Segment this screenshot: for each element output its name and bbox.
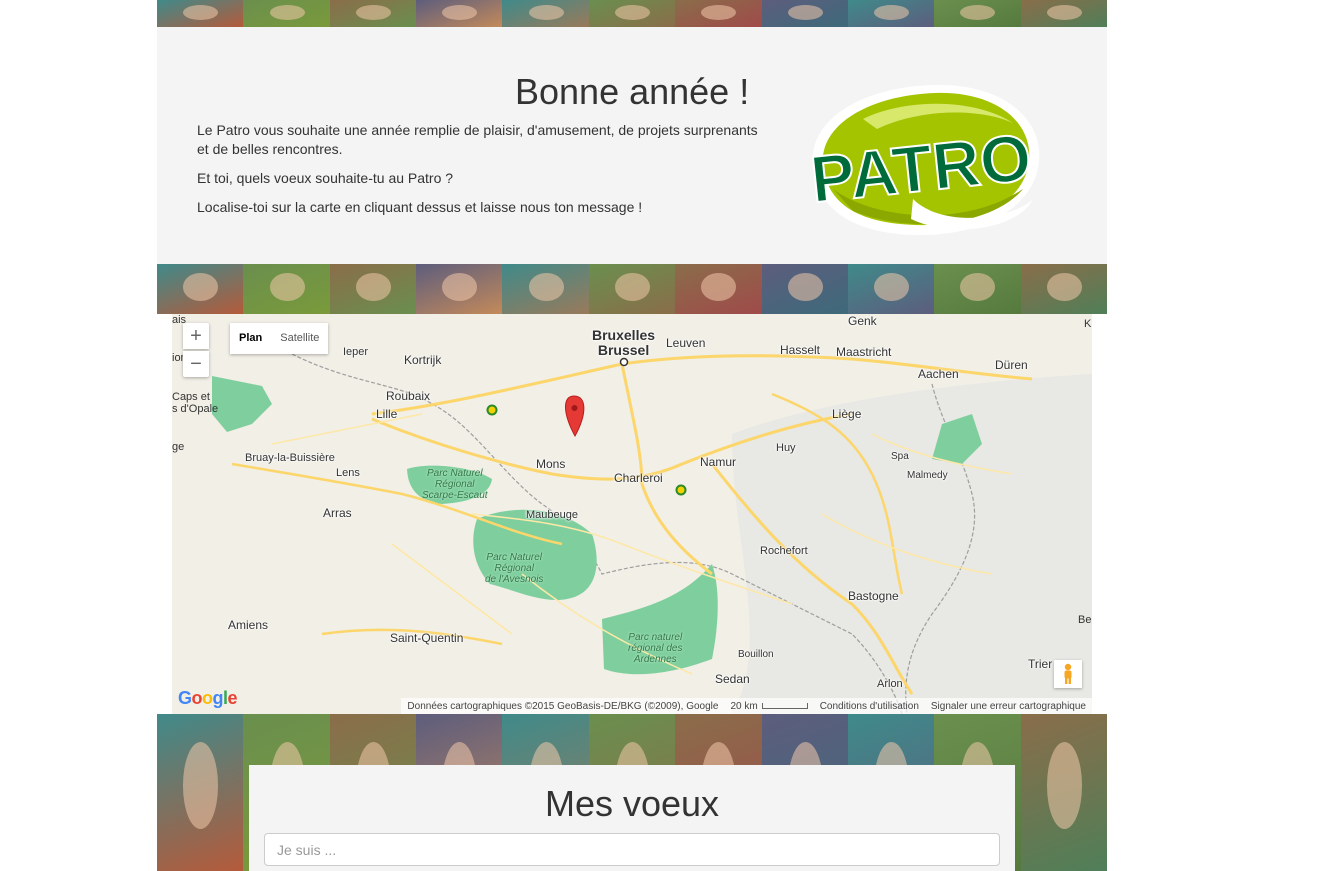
map-label-edge: Be	[1078, 614, 1092, 626]
map-label-leuven: Leuven	[666, 336, 706, 350]
map-type-plan-button[interactable]: Plan	[230, 323, 271, 354]
map-label-bouillon: Bouillon	[738, 649, 774, 660]
map-label-lille: Lille	[376, 407, 398, 421]
street-view-pegman-icon[interactable]	[1054, 660, 1082, 688]
photo-tile	[588, 264, 677, 314]
wishes-panel: Mes voeux	[249, 765, 1015, 871]
intro-panel: Bonne année ! Le Patro vous souhaite une…	[157, 27, 1107, 264]
map-label-park-scarpe: Parc Naturel Régional Scarpe-Escaut	[422, 468, 488, 501]
page-title: Bonne année !	[515, 71, 750, 112]
google-logo[interactable]: Google	[178, 688, 238, 709]
map-label-lens: Lens	[336, 467, 360, 479]
map-label-maastricht: Maastricht	[836, 345, 892, 359]
photo-tile	[157, 0, 245, 27]
map-label-genk: Genk	[848, 314, 877, 328]
map-label-bruay: Bruay-la-Buissière	[245, 452, 335, 464]
photo-tile	[416, 0, 504, 27]
photo-tile	[329, 0, 418, 27]
map-label-kortrijk: Kortrijk	[404, 353, 442, 367]
photo-tile	[847, 0, 936, 27]
map-label-edge: Caps et	[172, 391, 210, 403]
map-label-bruxelles: Bruxelles Brussel	[592, 327, 656, 358]
wishes-title: Mes voeux	[544, 783, 720, 824]
photo-tile	[1020, 264, 1107, 314]
map-label-duren: Düren	[995, 358, 1028, 372]
photo-tile	[243, 0, 331, 27]
photo-tile	[934, 0, 1022, 27]
who-am-i-input[interactable]	[264, 833, 1000, 866]
map-label-arlon: Arlon	[877, 678, 903, 690]
photo-tile	[761, 0, 849, 27]
photo-strip-top	[157, 0, 1107, 27]
map-label-namur: Namur	[700, 455, 737, 469]
map-label-maubeuge: Maubeuge	[526, 509, 578, 521]
map-label-charleroi: Charleroi	[614, 471, 663, 485]
zoom-out-button[interactable]: −	[183, 351, 209, 377]
map-type-control: Plan Satellite	[230, 323, 329, 354]
map-label-ieper: Ieper	[343, 346, 369, 358]
map-label-roubaix: Roubaix	[386, 389, 431, 403]
photo-strip-middle	[157, 264, 1107, 314]
map-label-edge: K	[1084, 318, 1092, 330]
map-label-trier: Trier	[1028, 657, 1053, 671]
map-label-sedan: Sedan	[715, 672, 750, 686]
map-label-park-avesnois: Parc Naturel Régional de l'Avesnois	[485, 552, 544, 585]
google-map[interactable]: Bruxelles Brussel Leuven Hasselt Maastric…	[172, 314, 1092, 714]
photo-tile	[675, 0, 763, 27]
photo-tile	[157, 714, 245, 871]
wish-marker-dot[interactable]	[675, 484, 687, 496]
map-label-malmedy: Malmedy	[907, 470, 948, 481]
map-label-edge: ge	[172, 441, 185, 453]
map-terms-link[interactable]: Conditions d'utilisation	[820, 701, 919, 712]
intro-paragraph: Le Patro vous souhaite une année remplie…	[197, 122, 758, 157]
intro-paragraph: Localise-toi sur la carte en cliquant de…	[197, 199, 643, 215]
map-label-bastogne: Bastogne	[848, 589, 899, 603]
photo-tile	[416, 264, 504, 314]
map-label-saint-quentin: Saint-Quentin	[390, 631, 464, 645]
map-scale[interactable]: 20 km	[730, 701, 808, 712]
map-attribution: Données cartographiques ©2015 GeoBasis-D…	[401, 698, 1092, 714]
wish-marker-dot[interactable]	[486, 404, 498, 416]
page-container: Bonne année ! Le Patro vous souhaite une…	[157, 0, 1107, 871]
photo-tile	[329, 264, 418, 314]
map-label-arras: Arras	[323, 506, 352, 520]
map-report-link[interactable]: Signaler une erreur cartographique	[931, 701, 1086, 712]
photo-tile	[847, 264, 936, 314]
map-label-rochefort: Rochefort	[760, 545, 808, 557]
map-label-aachen: Aachen	[918, 367, 959, 381]
photo-tile	[675, 264, 763, 314]
map-label-hasselt: Hasselt	[780, 343, 821, 357]
photo-tile	[1020, 714, 1107, 871]
photo-tile	[761, 264, 849, 314]
map-label-liege: Liège	[832, 407, 862, 421]
zoom-in-button[interactable]: +	[183, 323, 209, 349]
map-label-park-ardennes: Parc naturel régional des Ardennes	[628, 632, 683, 665]
map-label-amiens: Amiens	[228, 618, 269, 632]
photo-tile	[588, 0, 677, 27]
photo-tile	[243, 264, 331, 314]
map-label-edge: s d'Opale	[172, 403, 219, 415]
photo-tile	[934, 264, 1022, 314]
photo-tile	[502, 0, 590, 27]
map-type-satellite-button[interactable]: Satellite	[271, 323, 328, 354]
photo-tile	[1020, 0, 1107, 27]
map-label-huy: Huy	[776, 442, 796, 454]
map-label-spa: Spa	[891, 451, 909, 462]
patro-logo: PATRO	[806, 84, 1040, 236]
photo-tile	[502, 264, 590, 314]
map-label-mons: Mons	[536, 457, 566, 471]
photo-tile	[157, 264, 245, 314]
map-data-credit: Données cartographiques ©2015 GeoBasis-D…	[407, 700, 719, 712]
intro-paragraph: Et toi, quels voeux souhaite-tu au Patro…	[197, 170, 454, 186]
